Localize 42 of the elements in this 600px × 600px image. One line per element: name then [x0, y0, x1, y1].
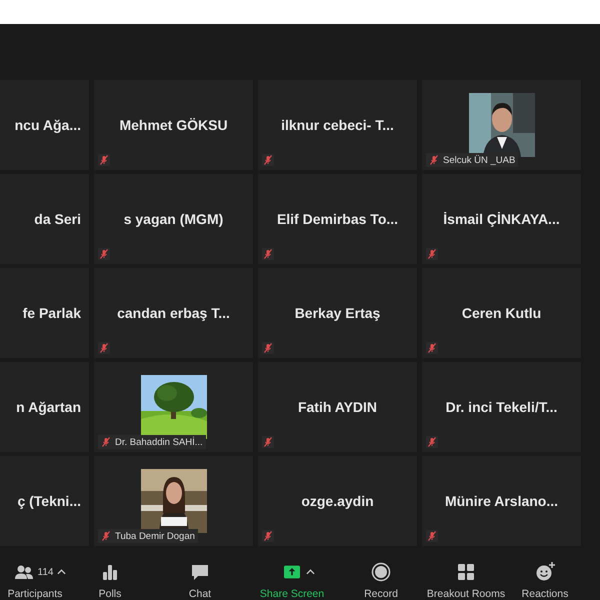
grid-icon: [456, 562, 476, 582]
record-button[interactable]: [371, 562, 391, 582]
toolbar-label: Share Screen: [260, 588, 324, 600]
participant-name: fe Parlak: [22, 305, 81, 321]
reactions-button[interactable]: [535, 562, 555, 582]
participants-button[interactable]: 114: [14, 562, 54, 582]
participant-name: İsmail ÇİNKAYA...: [443, 211, 560, 227]
caret-icon[interactable]: [57, 569, 66, 575]
breakout-button[interactable]: [456, 562, 476, 582]
participant-name: Berkay Ertaş: [294, 305, 380, 321]
participant-name: ilknur cebeci- T...: [281, 117, 394, 133]
participant-name: Selcuk ÜN _UAB: [443, 154, 516, 166]
participant-name: Dr. Bahaddin SAHİ...: [115, 436, 203, 448]
caret-icon[interactable]: [306, 569, 314, 575]
participant-name: Tuba Demir Dogan: [115, 530, 195, 542]
polls-button[interactable]: [100, 562, 120, 582]
chat-button[interactable]: [190, 562, 210, 582]
smiley-plus-icon: [535, 562, 555, 582]
toolbar-label: Participants: [8, 588, 62, 600]
toolbar-label: Reactions: [522, 588, 568, 600]
bar-chart-icon: [100, 562, 120, 582]
toolbar-label: Chat: [188, 588, 212, 600]
participant-name: ozge.aydin: [301, 493, 374, 509]
participant-name: Elif Demirbas To...: [276, 211, 398, 227]
participant-name: da Seri: [34, 211, 81, 227]
record-icon: [371, 562, 391, 582]
participant-name: Fatih AYDIN: [298, 399, 378, 415]
participant-name: Mehmet GÖKSU: [119, 117, 228, 133]
participant-name: n Ağartan: [16, 399, 81, 415]
participant-count: 114: [38, 566, 54, 578]
participant-name: s yagan (MGM): [124, 211, 224, 227]
participant-name: ncu Ağa...: [14, 117, 81, 133]
participant-name: Münire Arslano...: [444, 493, 558, 509]
toolbar-label: Breakout Rooms: [426, 588, 506, 600]
toolbar-label: Record: [364, 588, 398, 600]
participant-name: Dr. inci Tekeli/T...: [446, 399, 558, 415]
share-button[interactable]: [282, 564, 302, 580]
toolbar-label: Polls: [98, 588, 122, 600]
speech-bubble-icon: [190, 562, 210, 582]
participant-name: Ceren Kutlu: [462, 305, 542, 321]
participant-name: candan erbaş T...: [117, 305, 230, 321]
participant-name: ç (Tekni...: [17, 493, 81, 509]
